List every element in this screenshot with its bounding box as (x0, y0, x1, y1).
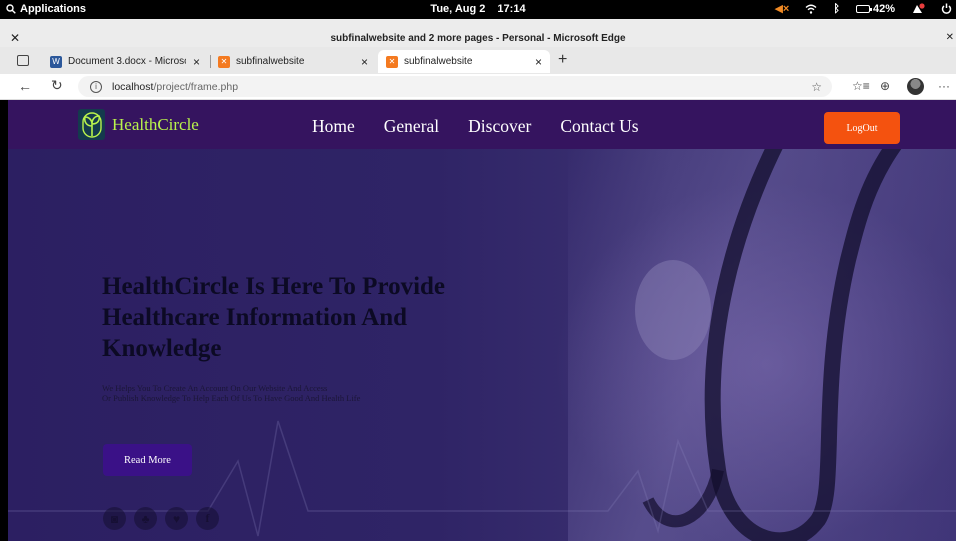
power-icon (941, 3, 952, 14)
site-logo[interactable]: HealthCircle (78, 109, 199, 140)
instagram-icon[interactable]: ◙ (103, 507, 126, 530)
site-info-icon[interactable]: i (90, 80, 102, 93)
tab-strip: W Document 3.docx - Microsoft W × ✕ subf… (0, 47, 956, 74)
nav-home[interactable]: Home (312, 116, 355, 137)
battery-percent: 42% (872, 2, 895, 15)
nav-contact-us[interactable]: Contact Us (560, 116, 638, 137)
facebook-icon[interactable]: f (196, 507, 219, 530)
battery-indicator: 42% (855, 2, 895, 15)
twitter-icon[interactable]: ♥ (165, 507, 188, 530)
tab-subfinalwebsite-active[interactable]: ✕ subfinalwebsite × (378, 50, 550, 73)
brand-name: HealthCircle (112, 114, 199, 134)
system-tray[interactable]: ◀× ᛒ 42% (774, 2, 952, 15)
back-button[interactable]: ← (18, 78, 32, 94)
address-input[interactable]: i localhost/project/frame.php ☆ (78, 76, 832, 97)
snapchat-icon[interactable]: ♣ (134, 507, 157, 530)
new-tab-button[interactable]: + (558, 51, 567, 69)
battery-icon (855, 4, 872, 13)
sprout-icon (78, 109, 105, 140)
hero-headline: HealthCircle Is Here To Provide Healthca… (102, 273, 446, 362)
bluetooth-icon: ᛒ (833, 2, 840, 15)
hero-subtext-line: Or Publish Knowledge To Help Each Of Us … (102, 393, 361, 403)
tab-label: subfinalwebsite (236, 56, 305, 67)
close-tab-icon[interactable]: × (535, 55, 542, 69)
close-tab-icon[interactable]: × (361, 55, 368, 69)
nav-general[interactable]: General (384, 116, 439, 137)
favorite-star-icon[interactable]: ☆ (811, 80, 822, 94)
notification-icon (913, 2, 925, 13)
collections-icon[interactable]: ⊕ (880, 79, 890, 93)
tab-label: subfinalwebsite (404, 56, 473, 67)
site-menu: Home General Discover Contact Us (312, 116, 668, 137)
nav-discover[interactable]: Discover (468, 116, 531, 137)
hero-subtext-line: We Helps You To Create An Account On Our… (102, 383, 328, 393)
tab-subfinalwebsite-1[interactable]: ✕ subfinalwebsite × (210, 50, 376, 73)
reload-button[interactable]: ↻ (51, 77, 63, 94)
read-more-button[interactable]: Read More (103, 444, 192, 476)
wifi-icon (805, 4, 817, 14)
url-host: localhost (112, 80, 154, 93)
more-menu-icon[interactable]: ··· (938, 79, 950, 93)
logout-button[interactable]: LogOut (824, 112, 900, 144)
web-page: HealthCircle Home General Discover Conta… (8, 100, 956, 541)
avatar[interactable] (907, 78, 924, 95)
window-titlebar: ✕ subfinalwebsite and 2 more pages - Per… (0, 19, 956, 47)
tab-document[interactable]: W Document 3.docx - Microsoft W × (42, 50, 208, 73)
xampp-icon: ✕ (218, 55, 230, 68)
time-text: 17:14 (497, 3, 526, 15)
address-toolbar: ← ↻ i localhost/project/frame.php ☆ ☆≡ ⊕… (0, 74, 956, 100)
xampp-icon: ✕ (386, 55, 398, 68)
social-links: ◙ ♣ ♥ f (103, 507, 219, 530)
system-top-bar: Applications Tue, Aug 2 17:14 ◀× ᛒ 42% (0, 0, 956, 19)
url-path: /project/frame.php (153, 80, 239, 93)
hero-subtext: We Helps You To Create An Account On Our… (102, 383, 462, 403)
date-text: Tue, Aug 2 (430, 3, 486, 15)
speaker-muted-icon: ◀× (774, 3, 790, 15)
tab-actions-icon[interactable] (17, 55, 29, 66)
window-title: subfinalwebsite and 2 more pages - Perso… (330, 33, 626, 44)
site-navbar: HealthCircle Home General Discover Conta… (8, 100, 956, 149)
tab-label: Document 3.docx - Microsoft W (68, 56, 186, 67)
close-icon[interactable]: ✕ (946, 32, 954, 43)
word-icon: W (50, 55, 62, 68)
close-tab-icon[interactable]: × (193, 55, 200, 69)
favorites-icon[interactable]: ☆≡ (852, 79, 870, 93)
